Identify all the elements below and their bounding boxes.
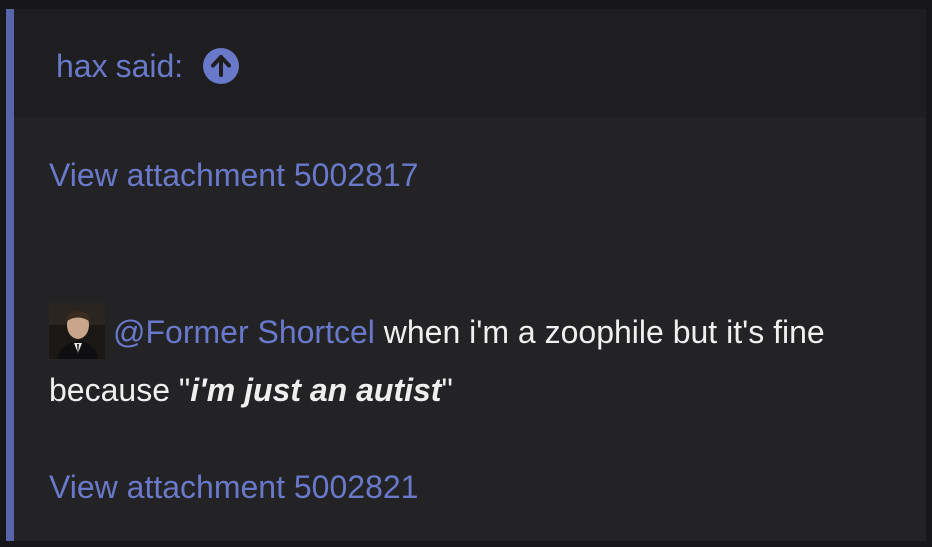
view-attachment-link[interactable]: View attachment 5002817: [49, 157, 418, 194]
arrow-up-circle-icon[interactable]: [203, 48, 240, 84]
user-avatar[interactable]: [49, 302, 105, 359]
post-text-end: ": [441, 371, 453, 408]
view-attachment-link[interactable]: View attachment 5002821: [49, 469, 418, 506]
user-mention[interactable]: @Former Shortcel: [113, 314, 375, 350]
quote-author-line: hax said:: [56, 45, 240, 87]
quote-block: hax said: View attachment 5002817 @Forme…: [6, 9, 926, 541]
quote-content: View attachment 5002817 @Former Shortcel…: [14, 117, 926, 541]
post-text: @Former Shortcel when i'm a zoophile but…: [49, 302, 889, 418]
quote-header: hax said:: [14, 9, 926, 117]
post-frame: hax said: View attachment 5002817 @Forme…: [0, 0, 932, 547]
quote-accent-bar: [6, 9, 14, 541]
said-label: said:: [115, 47, 184, 84]
quote-author-link[interactable]: hax: [56, 48, 108, 85]
emphasized-text: i'm just an autist: [190, 371, 442, 408]
